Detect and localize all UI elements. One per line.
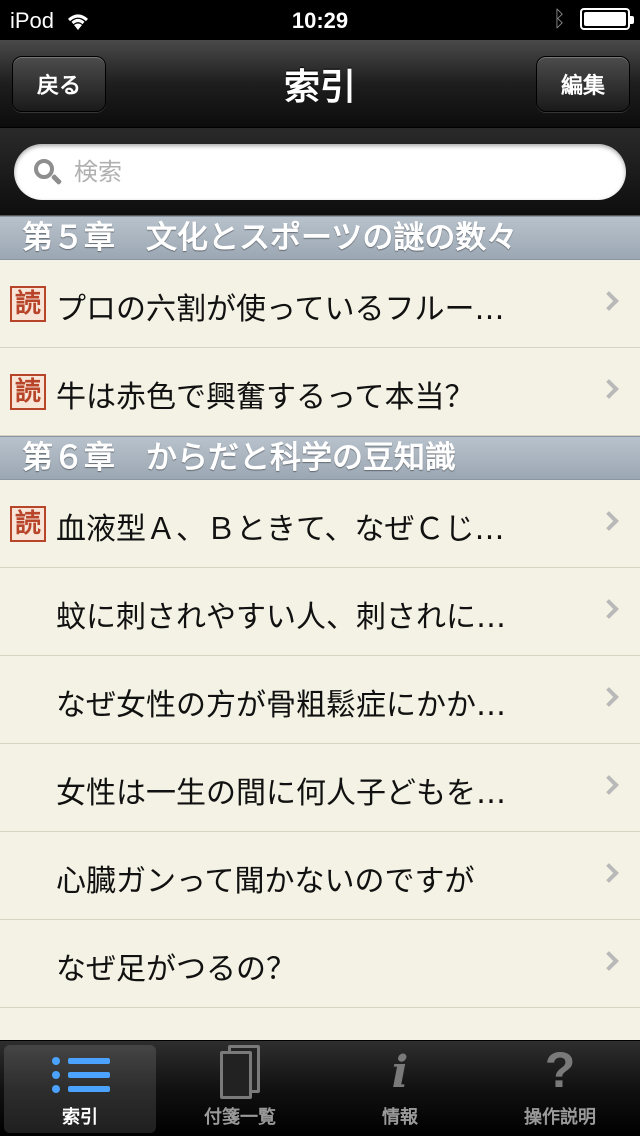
tab-label: 操作説明: [524, 1107, 596, 1128]
list-icon: [50, 1051, 110, 1099]
chevron-right-icon: [599, 687, 619, 707]
list-item-label: 牛は赤色で興奮するって本当？: [56, 380, 475, 415]
chevron-right-icon: [599, 863, 619, 883]
tab-label: 付箋一覧: [204, 1107, 276, 1128]
list-item[interactable]: なぜ足がつるの？: [0, 920, 640, 1008]
list-item[interactable]: なぜ女性の方が骨粗鬆症にかか…: [0, 656, 640, 744]
navigation-bar: 戻る 索引 編集: [0, 40, 640, 128]
edit-button[interactable]: 編集: [536, 56, 630, 112]
status-right: ᛒ: [552, 6, 634, 32]
pages-icon: [214, 1045, 266, 1101]
bluetooth-icon: ᛒ: [552, 6, 566, 31]
list-item[interactable]: 心臓ガンって聞かないのですが: [0, 832, 640, 920]
search-bar: [0, 128, 640, 216]
search-input[interactable]: [74, 158, 574, 186]
tab-bar: 索引 付箋一覧 i 情報 ? 操作説明: [0, 1040, 640, 1136]
read-badge-icon: 読: [10, 286, 46, 322]
tab-label: 情報: [382, 1107, 418, 1128]
section-header: 第６章 からだと科学の豆知識: [0, 436, 640, 480]
search-icon: [32, 157, 63, 187]
list-item-label: なぜ女性の方が骨粗鬆症にかか…: [56, 688, 506, 723]
chevron-right-icon: [599, 775, 619, 795]
list-item-label: 蚊に刺されやすい人、刺されに…: [56, 600, 506, 635]
chevron-right-icon: [599, 599, 619, 619]
tab-info[interactable]: i 情報: [324, 1045, 476, 1133]
battery-icon: [580, 8, 634, 30]
list-item-label: 女性は一生の間に何人子どもを…: [56, 776, 506, 811]
tab-help[interactable]: ? 操作説明: [484, 1042, 636, 1133]
search-box[interactable]: [14, 144, 626, 200]
index-list[interactable]: 第５章 文化とスポーツの謎の数々読プロの六割が使っているフルー… 読牛は赤色で興奮…: [0, 216, 640, 1040]
section-header: 第５章 文化とスポーツの謎の数々: [0, 216, 640, 260]
status-time: 10:29: [291, 8, 349, 33]
tab-index[interactable]: 索引: [4, 1045, 156, 1133]
chevron-right-icon: [599, 511, 619, 531]
list-item[interactable]: 読プロの六割が使っているフルー…: [0, 260, 640, 348]
list-item-label: 血液型Ａ、Ｂときて、なぜＣじ…: [56, 512, 505, 547]
list-item[interactable]: 読牛は赤色で興奮するって本当？: [0, 348, 640, 436]
chevron-right-icon: [599, 379, 619, 399]
list-item-label: 心臓ガンって聞かないのですが: [56, 864, 475, 899]
list-item[interactable]: 女性は一生の間に何人子どもを…: [0, 744, 640, 832]
list-item-label: プロの六割が使っているフルー…: [56, 292, 505, 327]
read-badge-icon: 読: [10, 506, 46, 542]
read-badge-icon: 読: [10, 374, 46, 410]
list-item[interactable]: 読血液型Ａ、Ｂときて、なぜＣじ…: [0, 480, 640, 568]
info-icon: i: [391, 1047, 409, 1098]
list-item-label: なぜ足がつるの？: [56, 952, 296, 987]
status-bar: iPod 10:29 ᛒ: [0, 0, 640, 40]
chevron-right-icon: [599, 291, 619, 311]
help-icon: ?: [544, 1042, 576, 1098]
list-item[interactable]: 蚊に刺されやすい人、刺されに…: [0, 568, 640, 656]
tab-label: 索引: [62, 1107, 98, 1128]
tab-sticky-notes[interactable]: 付箋一覧: [164, 1045, 316, 1133]
chevron-right-icon: [599, 951, 619, 971]
